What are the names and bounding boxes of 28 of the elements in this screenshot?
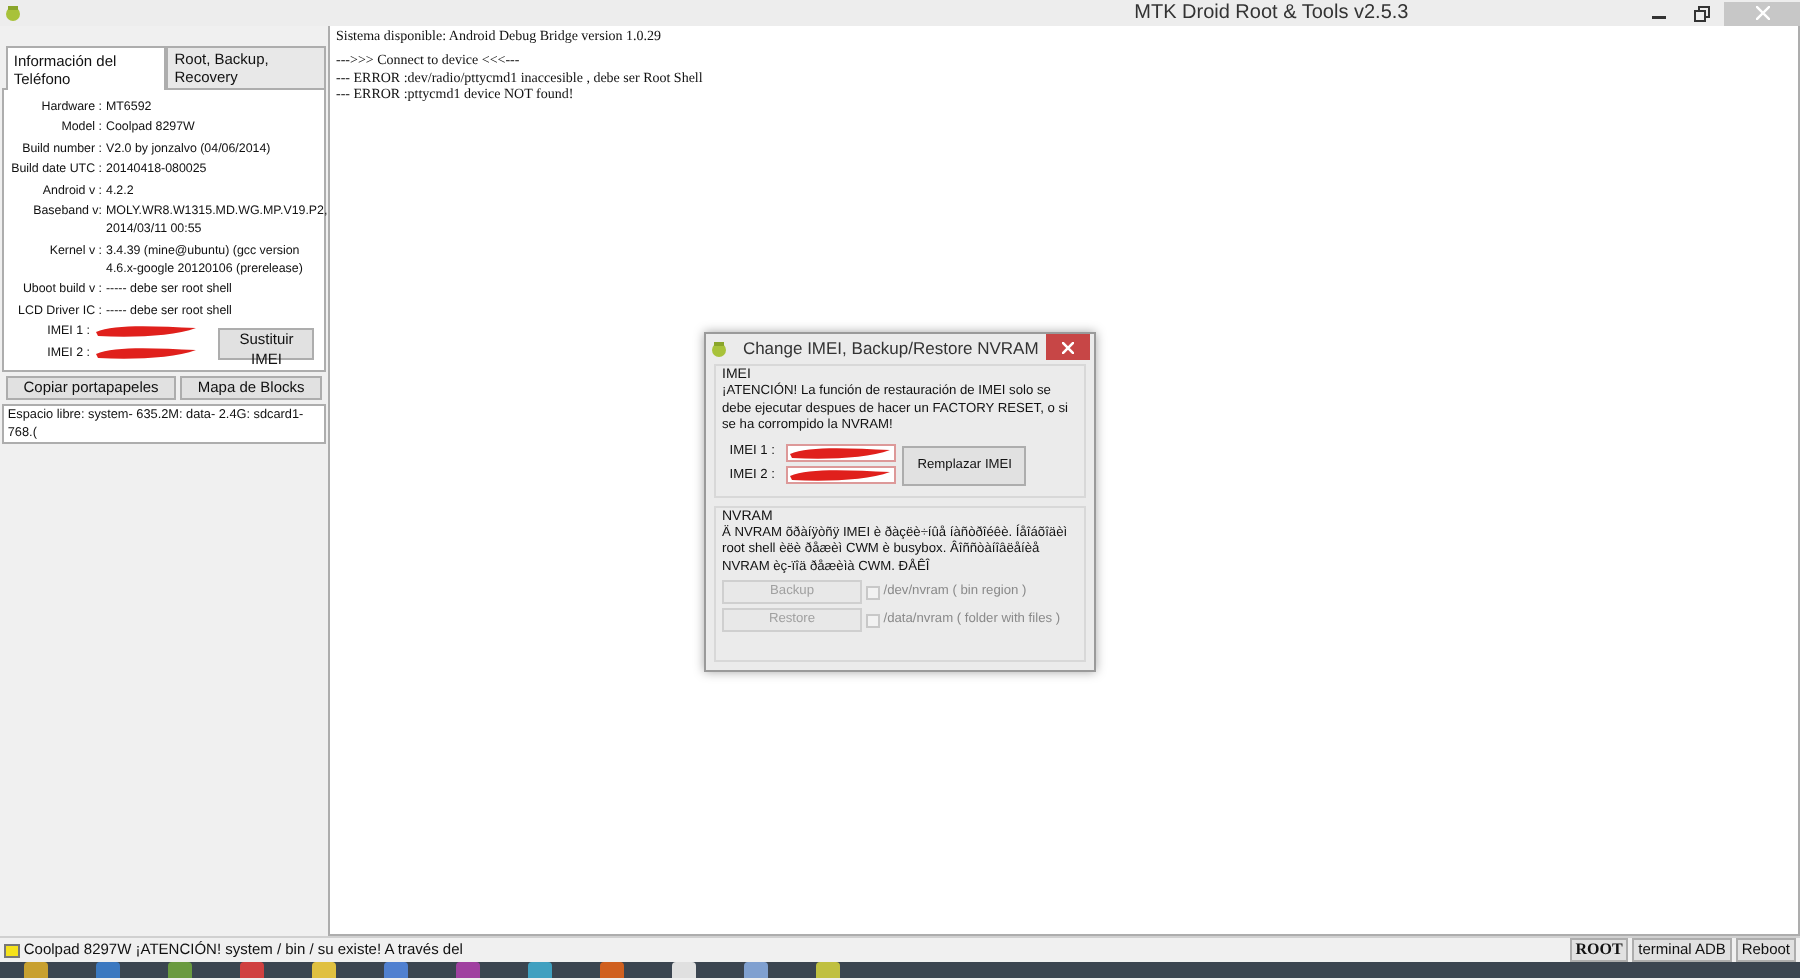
taskbar-icon[interactable]: [456, 962, 480, 978]
imei-field[interactable]: [785, 443, 896, 462]
taskbar-icon[interactable]: [744, 962, 768, 978]
restore-icon: [1694, 5, 1710, 21]
imei-field[interactable]: [785, 466, 896, 485]
taskbar-icon[interactable]: [96, 962, 120, 978]
taskbar-icon[interactable]: [528, 962, 552, 978]
redaction-mark: [787, 445, 892, 460]
taskbar-icon[interactable]: [168, 962, 192, 978]
taskbar-icon[interactable]: [816, 962, 840, 978]
taskbar-icon[interactable]: [384, 962, 408, 978]
dialog-title: Change IMEI, Backup/Restore NVRAM: [740, 336, 1041, 362]
window-title: MTK Droid Root & Tools v2.5.3: [1132, 0, 1409, 26]
taskbar-icon[interactable]: [672, 962, 696, 978]
android-icon: [3, 4, 22, 22]
redaction-mark: [94, 324, 198, 338]
android-icon: [709, 340, 728, 358]
warning-icon: [4, 943, 20, 957]
taskbar-icon[interactable]: [24, 962, 48, 978]
close-button[interactable]: [1046, 334, 1091, 360]
redaction-mark: [787, 468, 892, 483]
taskbar-icon[interactable]: [600, 962, 624, 978]
redaction-mark: [94, 345, 198, 359]
taskbar-icon[interactable]: [312, 962, 336, 978]
status-button[interactable]: ROOT: [1569, 938, 1629, 962]
close-icon: [1755, 6, 1769, 20]
close-icon: [1062, 341, 1075, 354]
taskbar-icon[interactable]: [240, 962, 264, 978]
